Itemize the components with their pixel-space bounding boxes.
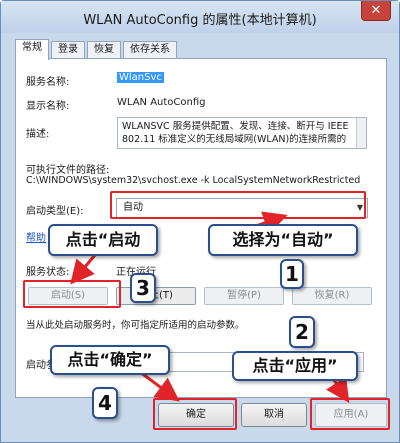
cancel-button[interactable]: 取消 bbox=[241, 403, 307, 427]
step-number-3: 3 bbox=[130, 273, 156, 303]
startup-type-label: 启动类型(E): bbox=[26, 206, 84, 217]
ok-button[interactable]: 确定 bbox=[158, 403, 234, 427]
service-name-value[interactable]: WlanSvc bbox=[117, 72, 164, 83]
callout-click-apply: 点击“应用” bbox=[232, 351, 358, 381]
tab-general[interactable]: 常规 bbox=[15, 39, 49, 60]
start-service-button[interactable]: 启动(S) bbox=[28, 287, 108, 305]
service-status-label: 服务状态: bbox=[26, 267, 70, 278]
service-name-label: 服务名称: bbox=[26, 77, 70, 88]
close-icon[interactable]: ✕ bbox=[361, 1, 391, 21]
pause-service-button[interactable]: 暂停(P) bbox=[204, 287, 284, 305]
description-scrollbar[interactable] bbox=[356, 118, 366, 148]
description-line-2: 802.11 标准定义的无线局域网(WLAN)的连接所需的 bbox=[122, 134, 347, 145]
startup-type-value: 自动 bbox=[123, 202, 143, 213]
callout-click-ok: 点击“确定” bbox=[50, 345, 170, 375]
tab-dependencies[interactable]: 依存关系 bbox=[123, 41, 177, 59]
chevron-down-icon: ▼ bbox=[356, 203, 363, 212]
apply-button[interactable]: 应用(A) bbox=[315, 403, 387, 427]
stop-service-button[interactable]: 停止(T) bbox=[116, 287, 196, 305]
resume-service-button[interactable]: 恢复(R) bbox=[292, 287, 372, 305]
callout-select-auto: 选择为“自动” bbox=[208, 224, 358, 256]
window-title: WLAN AutoConfig 的属性(本地计算机) bbox=[83, 13, 317, 28]
step-number-1: 1 bbox=[280, 259, 304, 289]
description-label: 描述: bbox=[26, 129, 50, 140]
callout-click-start: 点击“启动 bbox=[48, 224, 158, 256]
start-params-hint: 当从此处启动服务时，你可指定所适用的启动参数。 bbox=[26, 320, 245, 331]
tab-logon[interactable]: 登录 bbox=[51, 41, 85, 59]
display-name-value[interactable]: WLAN AutoConfig bbox=[117, 97, 206, 108]
step-number-4: 4 bbox=[92, 387, 118, 419]
display-name-label: 显示名称: bbox=[26, 101, 70, 112]
exe-path-value: C:\WINDOWS\system32\svchost.exe -k Local… bbox=[26, 175, 361, 186]
description-box[interactable]: WLANSVC 服务提供配置、发现、连接、断开与 IEEE 802.11 标准定… bbox=[117, 117, 367, 149]
help-link[interactable]: 帮助 bbox=[26, 229, 46, 244]
exe-path-label: 可执行文件的路径: bbox=[26, 165, 110, 176]
step-number-2: 2 bbox=[289, 316, 315, 348]
startup-type-select[interactable]: 自动 ▼ bbox=[116, 198, 368, 218]
tab-recovery[interactable]: 恢复 bbox=[87, 41, 121, 59]
title-bar: WLAN AutoConfig 的属性(本地计算机) ✕ bbox=[1, 1, 399, 33]
description-line-1: WLANSVC 服务提供配置、发现、连接、断开与 IEEE bbox=[122, 121, 349, 132]
